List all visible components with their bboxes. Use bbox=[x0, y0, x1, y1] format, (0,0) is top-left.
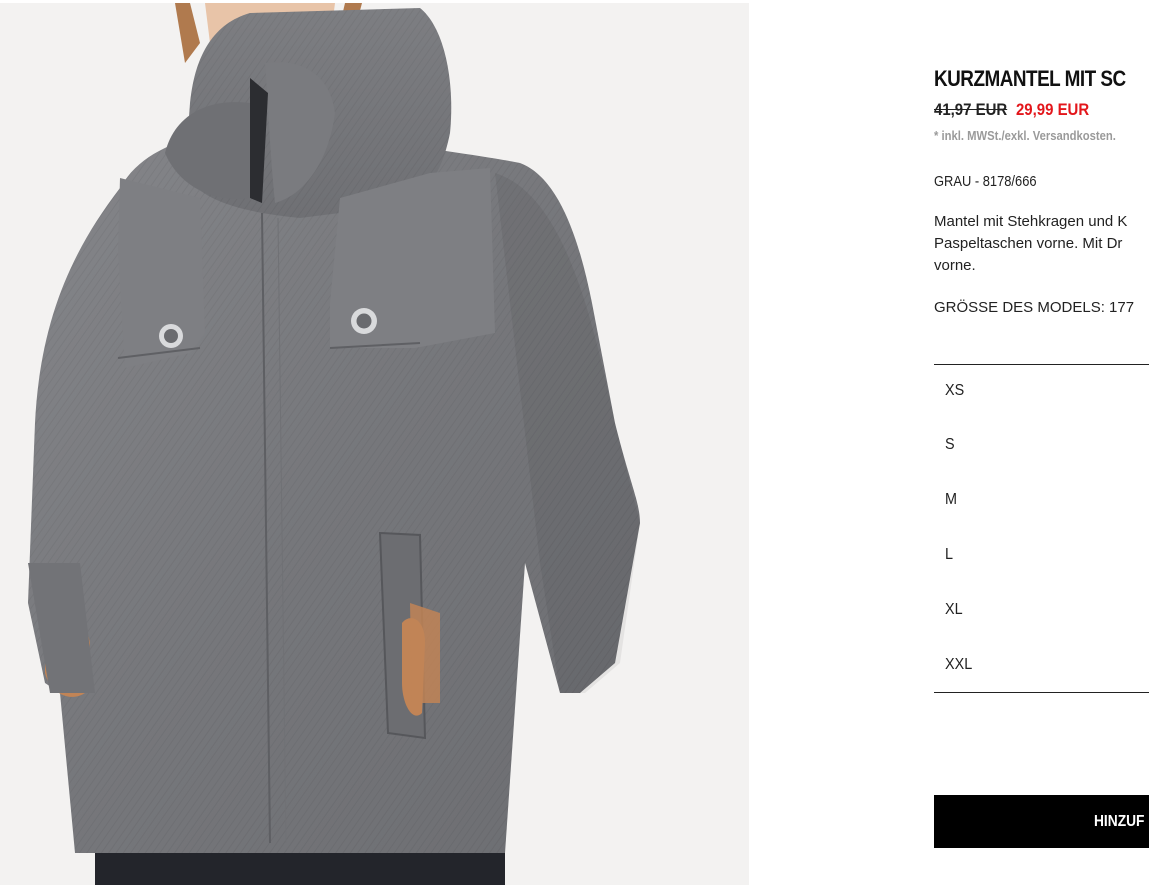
size-option-xl[interactable]: XL bbox=[934, 582, 1149, 637]
grommet-left bbox=[159, 324, 183, 348]
size-option-xxl[interactable]: XXL bbox=[934, 637, 1149, 692]
size-option-s[interactable]: S bbox=[934, 417, 1149, 472]
size-option-l[interactable]: L bbox=[934, 527, 1149, 582]
grommet-right bbox=[351, 308, 377, 334]
sale-price: 29,99 EUR bbox=[1015, 100, 1090, 119]
size-label: XXL bbox=[945, 656, 973, 673]
product-title: KURZMANTEL MIT SC bbox=[934, 66, 1126, 91]
product-image[interactable] bbox=[0, 3, 749, 885]
size-label: XL bbox=[945, 601, 963, 618]
product-page: KURZMANTEL MIT SC 41,97 EUR 29,99 EUR * i… bbox=[0, 0, 1149, 885]
size-label: S bbox=[945, 436, 955, 453]
description-line: vorne. bbox=[934, 257, 976, 274]
size-option-m[interactable]: M bbox=[934, 472, 1149, 527]
product-description: Mantel mit Stehkragen und K Paspeltasche… bbox=[934, 211, 1149, 277]
tax-shipping-note[interactable]: * inkl. MWSt./exkl. Versandkosten. bbox=[934, 129, 1116, 143]
size-selector: XS S M L XL XXL bbox=[934, 364, 1149, 693]
model-size: GRÖSSE DES MODELS: 177 bbox=[934, 299, 1135, 316]
size-label: M bbox=[945, 491, 957, 508]
add-to-cart-label: HINZUF bbox=[1094, 812, 1145, 830]
add-to-cart-button[interactable]: HINZUF bbox=[934, 795, 1149, 848]
color-reference: GRAU - 8178/666 bbox=[934, 173, 1037, 190]
size-label: L bbox=[945, 546, 954, 563]
description-line: Mantel mit Stehkragen und K bbox=[934, 213, 1128, 230]
description-line: Paspeltaschen vorne. Mit Dr bbox=[934, 235, 1123, 252]
size-option-xs[interactable]: XS bbox=[934, 365, 1149, 417]
size-label: XS bbox=[945, 382, 965, 399]
old-price: 41,97 EUR bbox=[934, 100, 1008, 119]
coat-illustration bbox=[0, 3, 749, 885]
price-row: 41,97 EUR 29,99 EUR bbox=[934, 100, 1089, 120]
product-info-panel: KURZMANTEL MIT SC 41,97 EUR 29,99 EUR * i… bbox=[934, 0, 1149, 885]
